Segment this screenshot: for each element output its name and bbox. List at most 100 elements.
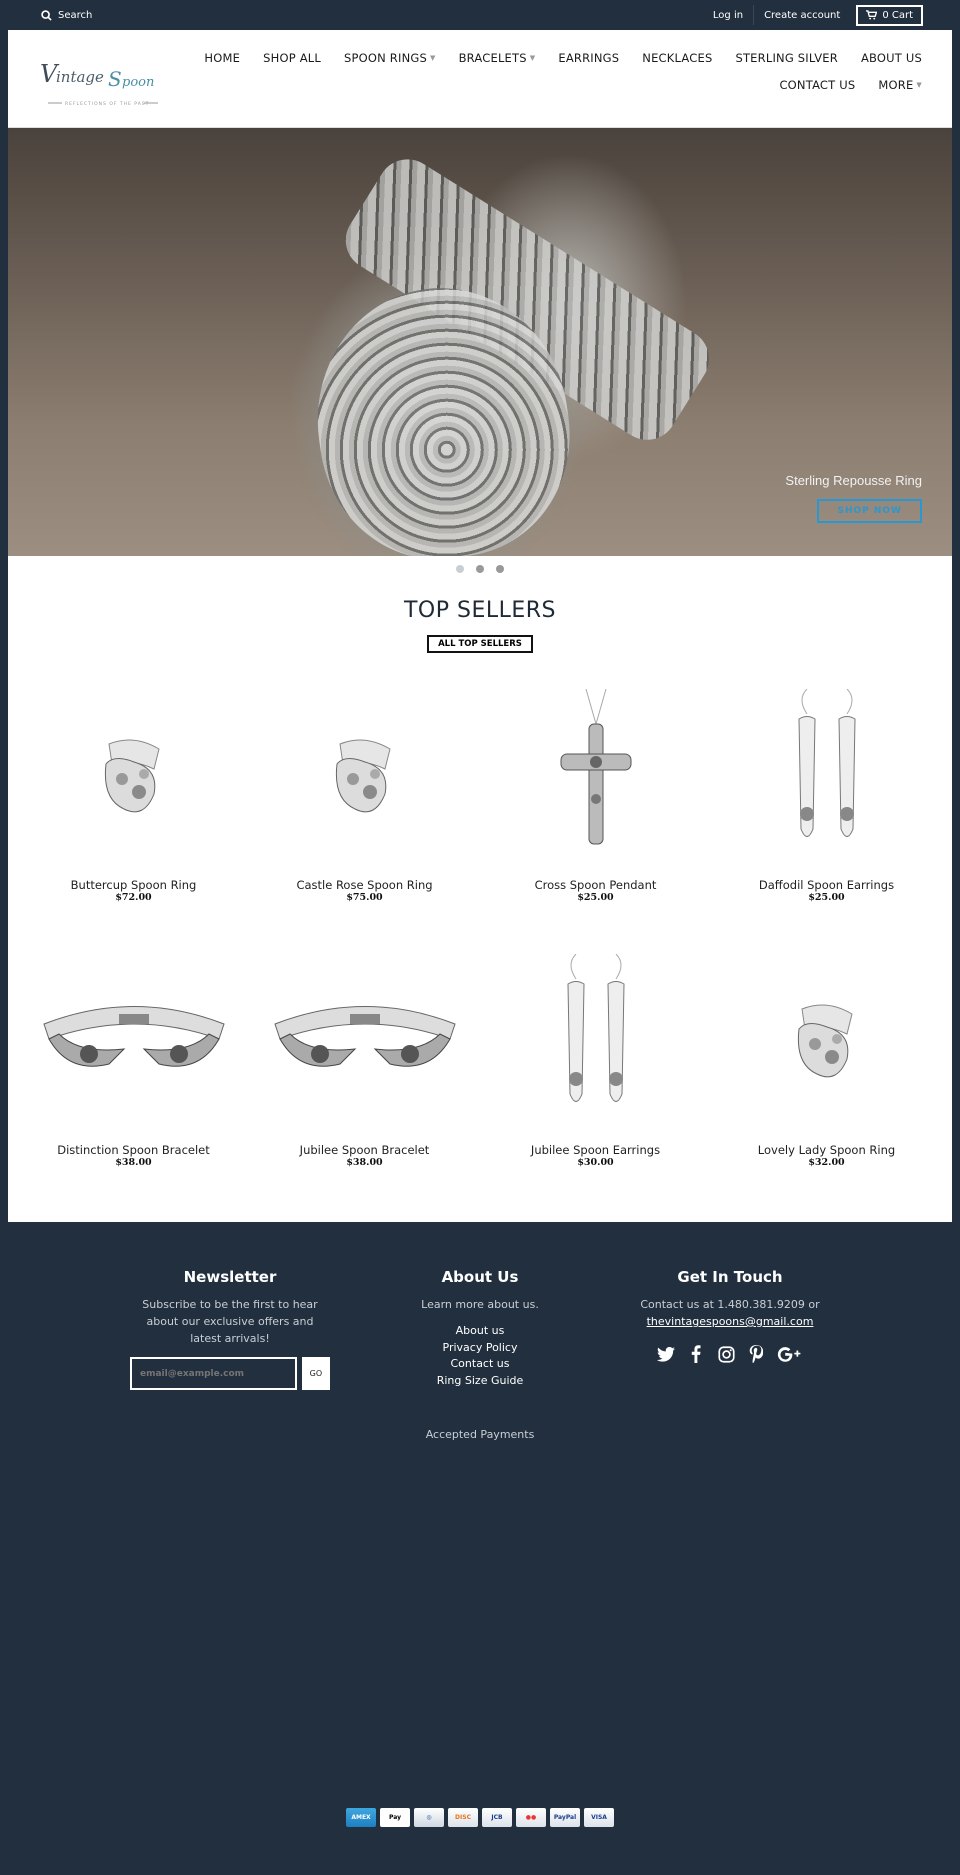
product-name[interactable]: Buttercup Spoon Ring <box>18 878 249 892</box>
svg-text:S: S <box>108 67 122 91</box>
contact-column: Get In Touch Contact us at 1.480.381.920… <box>630 1268 830 1390</box>
slide-dot-1[interactable] <box>456 565 464 573</box>
product-image[interactable] <box>249 936 480 1141</box>
nav-item-more[interactable]: MORE ▼ <box>878 77 922 94</box>
twitter-icon[interactable] <box>656 1344 676 1364</box>
product-card[interactable]: Daffodil Spoon Earrings $25.00 <box>711 671 942 936</box>
hero-title: Sterling Repousse Ring <box>785 473 922 488</box>
nav-label: HOME <box>204 51 241 65</box>
subscribe-button[interactable]: GO <box>301 1357 330 1390</box>
main-navigation: HOME SHOP ALL SPOON RINGS ▼ BRACELETS ▼ EA… <box>162 50 922 94</box>
svg-text:REFLECTIONS OF THE PAST: REFLECTIONS OF THE PAST <box>65 101 149 107</box>
nav-item-necklaces[interactable]: NECKLACES <box>642 50 712 67</box>
login-link[interactable]: Log in <box>703 10 753 21</box>
amex-icon: AMEX <box>346 1808 376 1827</box>
cart-button[interactable]: 0 Cart <box>856 4 923 26</box>
product-card[interactable]: Castle Rose Spoon Ring $75.00 <box>249 671 480 936</box>
product-card[interactable]: Jubilee Spoon Earrings $30.00 <box>480 936 711 1201</box>
cart-label: 0 Cart <box>882 9 913 21</box>
nav-label: BRACELETS <box>458 51 527 65</box>
product-price: $30.00 <box>577 1157 614 1168</box>
hero-caption: Sterling Repousse Ring SHOP NOW <box>785 473 922 523</box>
product-image[interactable] <box>18 671 249 876</box>
site-header: V intage S poon REFLECTIONS OF THE PAST … <box>8 30 952 128</box>
product-image[interactable] <box>249 671 480 876</box>
newsletter-text: Subscribe to be the first to hear about … <box>142 1298 318 1345</box>
nav-item-spoon-rings[interactable]: SPOON RINGS ▼ <box>344 50 436 67</box>
apple-pay-icon: Pay <box>380 1808 410 1827</box>
nav-label: NECKLACES <box>642 51 713 65</box>
payment-icons: AMEX Pay ◎ DISC JCB ●● PayPal VISA <box>0 1808 960 1827</box>
about-text: Learn more about us. <box>421 1298 539 1311</box>
nav-item-contact-us[interactable]: CONTACT US <box>779 77 855 94</box>
svg-text:intage: intage <box>56 68 104 86</box>
nav-label: MORE <box>878 78 914 92</box>
cart-icon <box>866 10 878 20</box>
product-name[interactable]: Daffodil Spoon Earrings <box>711 878 942 892</box>
product-card[interactable]: Distinction Spoon Bracelet $38.00 <box>18 936 249 1201</box>
search-link[interactable]: Search <box>41 10 92 21</box>
product-card[interactable]: Jubilee Spoon Bracelet $38.00 <box>249 936 480 1201</box>
facebook-icon[interactable] <box>686 1344 706 1364</box>
product-image[interactable] <box>480 671 711 876</box>
discover-icon: DISC <box>448 1808 478 1827</box>
jcb-icon: JCB <box>482 1808 512 1827</box>
newsletter-form: GO <box>130 1357 330 1390</box>
slide-dot-2[interactable] <box>476 565 484 573</box>
mastercard-icon: ●● <box>516 1808 546 1827</box>
about-column: About Us Learn more about us. About us P… <box>380 1268 580 1390</box>
instagram-icon[interactable] <box>716 1344 736 1364</box>
accepted-payments-label: Accepted Payments <box>425 1428 535 1441</box>
product-name[interactable]: Lovely Lady Spoon Ring <box>711 1143 942 1157</box>
email-link[interactable]: thevintagespoons@gmail.com <box>647 1315 814 1328</box>
footer-link-contact-us[interactable]: Contact us <box>380 1356 580 1373</box>
nav-item-earrings[interactable]: EARRINGS <box>558 50 619 67</box>
shop-now-button[interactable]: SHOP NOW <box>817 499 922 523</box>
product-image[interactable] <box>18 936 249 1141</box>
caret-down-icon: ▼ <box>429 54 436 62</box>
email-input[interactable] <box>130 1357 297 1390</box>
caret-down-icon: ▼ <box>529 54 536 62</box>
social-links <box>630 1344 830 1364</box>
about-title: About Us <box>441 1268 519 1286</box>
nav-item-about-us[interactable]: ABOUT US <box>861 50 922 67</box>
visa-icon: VISA <box>584 1808 614 1827</box>
create-account-link[interactable]: Create account <box>754 10 850 21</box>
product-image[interactable] <box>711 936 942 1141</box>
nav-item-sterling-silver[interactable]: STERLING SILVER <box>735 50 838 67</box>
product-name[interactable]: Distinction Spoon Bracelet <box>18 1143 249 1157</box>
diners-club-icon: ◎ <box>414 1808 444 1827</box>
product-card[interactable]: Lovely Lady Spoon Ring $32.00 <box>711 936 942 1201</box>
site-footer: Newsletter Subscribe to be the first to … <box>0 1222 960 1441</box>
product-card[interactable]: Cross Spoon Pendant $25.00 <box>480 671 711 936</box>
paypal-icon: PayPal <box>550 1808 580 1827</box>
footer-link-privacy-policy[interactable]: Privacy Policy <box>380 1340 580 1357</box>
caret-down-icon: ▼ <box>916 81 922 89</box>
product-name[interactable]: Castle Rose Spoon Ring <box>249 878 480 892</box>
pinterest-icon[interactable] <box>746 1344 766 1364</box>
product-name[interactable]: Jubilee Spoon Earrings <box>480 1143 711 1157</box>
logo[interactable]: V intage S poon REFLECTIONS OF THE PAST <box>38 48 168 112</box>
slide-dot-3[interactable] <box>496 565 504 573</box>
google-plus-icon[interactable] <box>776 1344 804 1364</box>
product-image[interactable] <box>480 936 711 1141</box>
product-price: $72.00 <box>115 892 152 903</box>
nav-item-home[interactable]: HOME <box>204 50 240 67</box>
product-image[interactable] <box>711 671 942 876</box>
all-top-sellers-button[interactable]: ALL TOP SELLERS <box>427 635 533 653</box>
product-card[interactable]: Buttercup Spoon Ring $72.00 <box>18 671 249 936</box>
footer-link-about-us[interactable]: About us <box>380 1323 580 1340</box>
product-name[interactable]: Cross Spoon Pendant <box>480 878 711 892</box>
hero-slideshow[interactable]: Sterling Repousse Ring SHOP NOW <box>8 128 952 556</box>
footer-link-ring-size-guide[interactable]: Ring Size Guide <box>380 1373 580 1390</box>
nav-label: CONTACT US <box>779 78 856 92</box>
product-price: $25.00 <box>808 892 845 903</box>
nav-item-shop-all[interactable]: SHOP ALL <box>263 50 321 67</box>
search-label: Search <box>58 9 93 21</box>
nav-label: ABOUT US <box>860 51 922 65</box>
nav-label: SHOP ALL <box>263 51 321 65</box>
slideshow-dots <box>8 556 952 582</box>
nav-item-bracelets[interactable]: BRACELETS ▼ <box>459 50 536 67</box>
contact-text: Contact us at 1.480.381.9209 or <box>640 1298 820 1311</box>
product-name[interactable]: Jubilee Spoon Bracelet <box>249 1143 480 1157</box>
